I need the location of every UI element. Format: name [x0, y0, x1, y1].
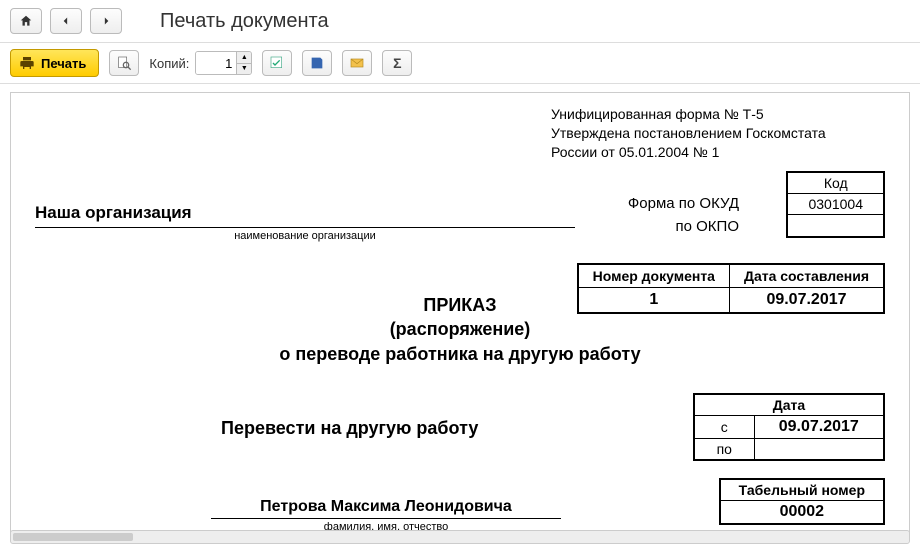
date-to-label: по	[694, 439, 754, 461]
settings-button[interactable]	[262, 50, 292, 76]
fio-underline	[211, 518, 561, 519]
copies-input[interactable]	[196, 52, 236, 74]
code-box: Код 0301004	[786, 171, 885, 238]
approval-line: Утверждена постановлением Госкомстата	[551, 124, 826, 143]
scrollbar-thumb[interactable]	[13, 533, 133, 541]
order-title-line: ПРИКАЗ	[11, 293, 909, 317]
okpo-value	[788, 214, 883, 236]
date-from-value: 09.07.2017	[754, 416, 884, 439]
doc-date-header: Дата составления	[729, 264, 884, 288]
page-title: Печать документа	[160, 10, 329, 33]
transfer-label: Перевести на другую работу	[221, 418, 478, 439]
date-to-value	[754, 439, 884, 461]
home-icon	[19, 14, 33, 28]
okud-value: 0301004	[788, 193, 883, 214]
table-check-icon	[269, 55, 285, 71]
order-title-line: (распоряжение)	[11, 317, 909, 341]
doc-number-header: Номер документа	[578, 264, 730, 288]
print-button[interactable]: Печать	[10, 49, 99, 77]
preview-button[interactable]	[109, 50, 139, 76]
horizontal-scrollbar[interactable]	[10, 530, 910, 544]
home-button[interactable]	[10, 8, 42, 34]
code-header: Код	[788, 173, 883, 193]
copies-step-up[interactable]: ▲	[237, 52, 251, 63]
date-from-label: с	[694, 416, 754, 439]
email-button[interactable]	[342, 50, 372, 76]
okud-label: Форма по ОКУД	[628, 193, 739, 216]
org-underline	[35, 227, 575, 228]
magnifier-page-icon	[116, 55, 132, 71]
org-caption: наименование организации	[35, 230, 575, 242]
forward-button[interactable]	[90, 8, 122, 34]
sum-button[interactable]: Σ	[382, 50, 412, 76]
copies-step-down[interactable]: ▼	[237, 63, 251, 74]
copies-label: Копий:	[149, 56, 189, 71]
okpo-label: по ОКПО	[628, 216, 739, 239]
arrow-right-icon	[99, 14, 113, 28]
tabno-value: 00002	[720, 501, 884, 525]
date-range-table: Дата с 09.07.2017 по	[693, 393, 885, 461]
sigma-icon: Σ	[393, 55, 401, 71]
approval-line: России от 05.01.2004 № 1	[551, 143, 826, 162]
approval-line: Унифицированная форма № Т-5	[551, 105, 826, 124]
order-title-line: о переводе работника на другую работу	[11, 342, 909, 366]
save-button[interactable]	[302, 50, 332, 76]
floppy-icon	[309, 55, 325, 71]
document-preview: Унифицированная форма № Т-5 Утверждена п…	[10, 92, 910, 540]
arrow-left-icon	[59, 14, 73, 28]
date-header: Дата	[694, 394, 884, 416]
back-button[interactable]	[50, 8, 82, 34]
print-button-label: Печать	[41, 56, 86, 71]
tabno-header: Табельный номер	[720, 479, 884, 501]
tabno-table: Табельный номер 00002	[719, 478, 885, 525]
envelope-icon	[349, 55, 365, 71]
printer-icon	[19, 55, 35, 71]
organization-name: Наша организация	[35, 203, 575, 223]
copies-spinner[interactable]: ▲ ▼	[195, 51, 252, 75]
employee-fio: Петрова Максима Леонидовича	[211, 498, 561, 516]
